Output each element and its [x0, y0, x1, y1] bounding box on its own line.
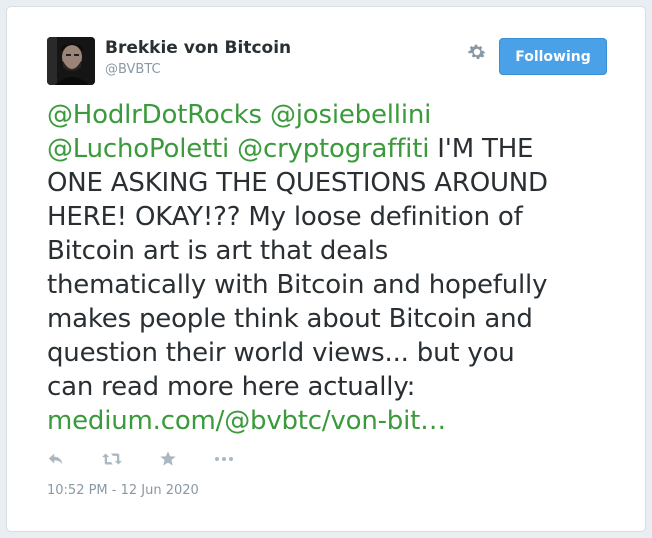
mention-link[interactable]: @HodlrDotRocks	[47, 100, 262, 130]
tweet-line: medium.com/@bvbtc/von-bit…	[47, 404, 617, 438]
tweet-body-text: HERE! OKAY!?? My loose definition of	[47, 202, 523, 232]
tweet-body-text: I'M THE	[429, 134, 534, 164]
tweet-body-text: question their world views... but you	[47, 338, 515, 368]
article-link[interactable]: medium.com/@bvbtc/von-bit…	[47, 406, 446, 436]
tweet-body-text: thematically with Bitcoin and hopefully	[47, 270, 548, 300]
tweet-card: Brekkie von Bitcoin @BVBTC Following @Ho…	[6, 6, 646, 532]
gear-icon[interactable]	[466, 41, 488, 63]
retweet-icon[interactable]	[102, 450, 122, 468]
more-icon[interactable]	[214, 450, 234, 468]
tweet-text: @HodlrDotRocks @josiebellini @LuchoPolet…	[47, 98, 617, 438]
tweet-body-text: ONE ASKING THE QUESTIONS AROUND	[47, 168, 548, 198]
following-button[interactable]: Following	[499, 38, 607, 75]
mention-link[interactable]: @josiebellini	[270, 100, 431, 130]
tweet-line: @LuchoPoletti @cryptograffiti I'M THE	[47, 132, 617, 166]
avatar[interactable]	[47, 37, 95, 85]
reply-icon[interactable]	[47, 450, 67, 468]
favorite-icon[interactable]	[159, 450, 179, 468]
tweet-body-text: Bitcoin art is art that deals	[47, 236, 389, 266]
tweet-body-text: can read more here actually:	[47, 372, 416, 402]
tweet-body-text: makes people think about Bitcoin and	[47, 304, 533, 334]
tweet-timestamp[interactable]: 10:52 PM - 12 Jun 2020	[47, 483, 199, 498]
mention-link[interactable]: @LuchoPoletti	[47, 134, 229, 164]
avatar-photo-icon	[47, 37, 95, 85]
mention-link[interactable]: @cryptograffiti	[237, 134, 429, 164]
tweet-line: @HodlrDotRocks @josiebellini	[47, 98, 617, 132]
display-name[interactable]: Brekkie von Bitcoin	[105, 38, 291, 58]
user-handle[interactable]: @BVBTC	[105, 62, 161, 77]
